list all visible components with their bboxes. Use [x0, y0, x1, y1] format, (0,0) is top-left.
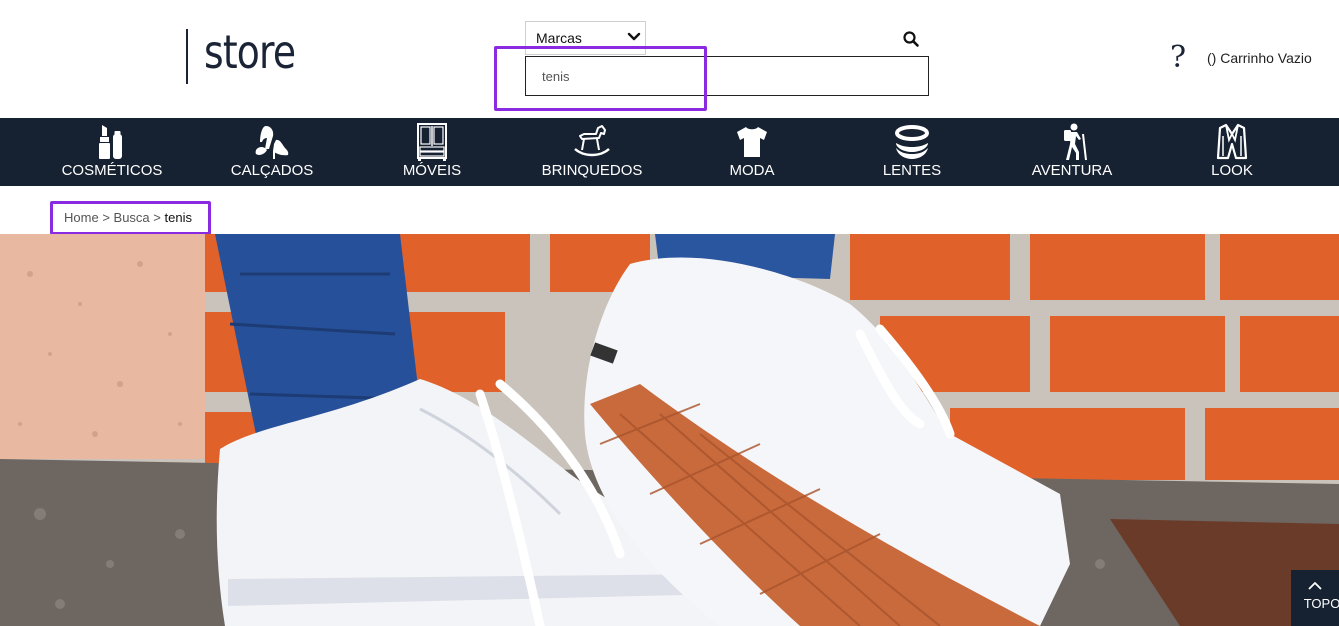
nav-label: COSMÉTICOS — [61, 162, 163, 179]
shoes-icon — [255, 126, 289, 159]
nav-label: LOOK — [1211, 162, 1253, 179]
nav-item-moda[interactable]: MODA — [672, 118, 832, 186]
nav-label: MODA — [729, 162, 775, 179]
nav-item-brinquedos[interactable]: BRINQUEDOS — [512, 118, 672, 186]
nav-item-aventura[interactable]: AVENTURA — [992, 118, 1152, 186]
search-icon[interactable] — [902, 30, 920, 48]
furniture-icon — [417, 123, 447, 161]
category-nav: COSMÉTICOS CALÇADOS MÓVEIS BRINQUEDOS MO… — [0, 118, 1339, 186]
question-mark-icon[interactable]: ? — [1170, 40, 1186, 76]
rocking-horse-icon — [574, 125, 610, 157]
breadcrumb-separator: > — [153, 210, 161, 225]
hero-sneakers-illustration — [0, 234, 1339, 626]
contact-lens-icon — [895, 125, 929, 159]
search-input[interactable] — [525, 56, 929, 96]
cart-link[interactable]: () Carrinho Vazio — [1207, 50, 1312, 66]
store-logo[interactable]: store — [204, 24, 296, 80]
nav-label: CALÇADOS — [230, 162, 314, 179]
breadcrumb: Home > Busca > tenis — [64, 211, 192, 225]
brand-select[interactable]: Marcas — [525, 21, 646, 55]
back-to-top-button[interactable]: TOPO — [1291, 570, 1339, 626]
cosmetics-icon — [99, 125, 122, 159]
breadcrumb-current: tenis — [164, 210, 192, 225]
breadcrumb-search[interactable]: Busca — [114, 210, 150, 225]
blazer-icon — [1216, 123, 1248, 160]
nav-item-look[interactable]: LOOK — [1152, 118, 1312, 186]
page: store Marcas ? () Carrinho Vazio COSMÉTI — [0, 0, 1339, 626]
nav-item-calcados[interactable]: CALÇADOS — [192, 118, 352, 186]
header: store Marcas ? () Carrinho Vazio — [0, 0, 1339, 118]
nav-label: AVENTURA — [1031, 162, 1113, 179]
nav-label: BRINQUEDOS — [541, 162, 643, 179]
breadcrumb-home[interactable]: Home — [64, 210, 99, 225]
hero-banner-image — [0, 234, 1339, 626]
breadcrumb-separator: > — [102, 210, 110, 225]
hiker-icon — [1064, 123, 1087, 161]
nav-item-cosmeticos[interactable]: COSMÉTICOS — [32, 118, 192, 186]
nav-label: LENTES — [882, 162, 942, 179]
chevron-up-icon — [1308, 582, 1322, 590]
nav-item-lentes[interactable]: LENTES — [832, 118, 992, 186]
nav-label: MÓVEIS — [402, 162, 462, 179]
tshirt-icon — [737, 127, 767, 157]
nav-item-moveis[interactable]: MÓVEIS — [352, 118, 512, 186]
back-to-top-label: TOPO — [1303, 596, 1339, 611]
logo-divider — [186, 29, 188, 84]
